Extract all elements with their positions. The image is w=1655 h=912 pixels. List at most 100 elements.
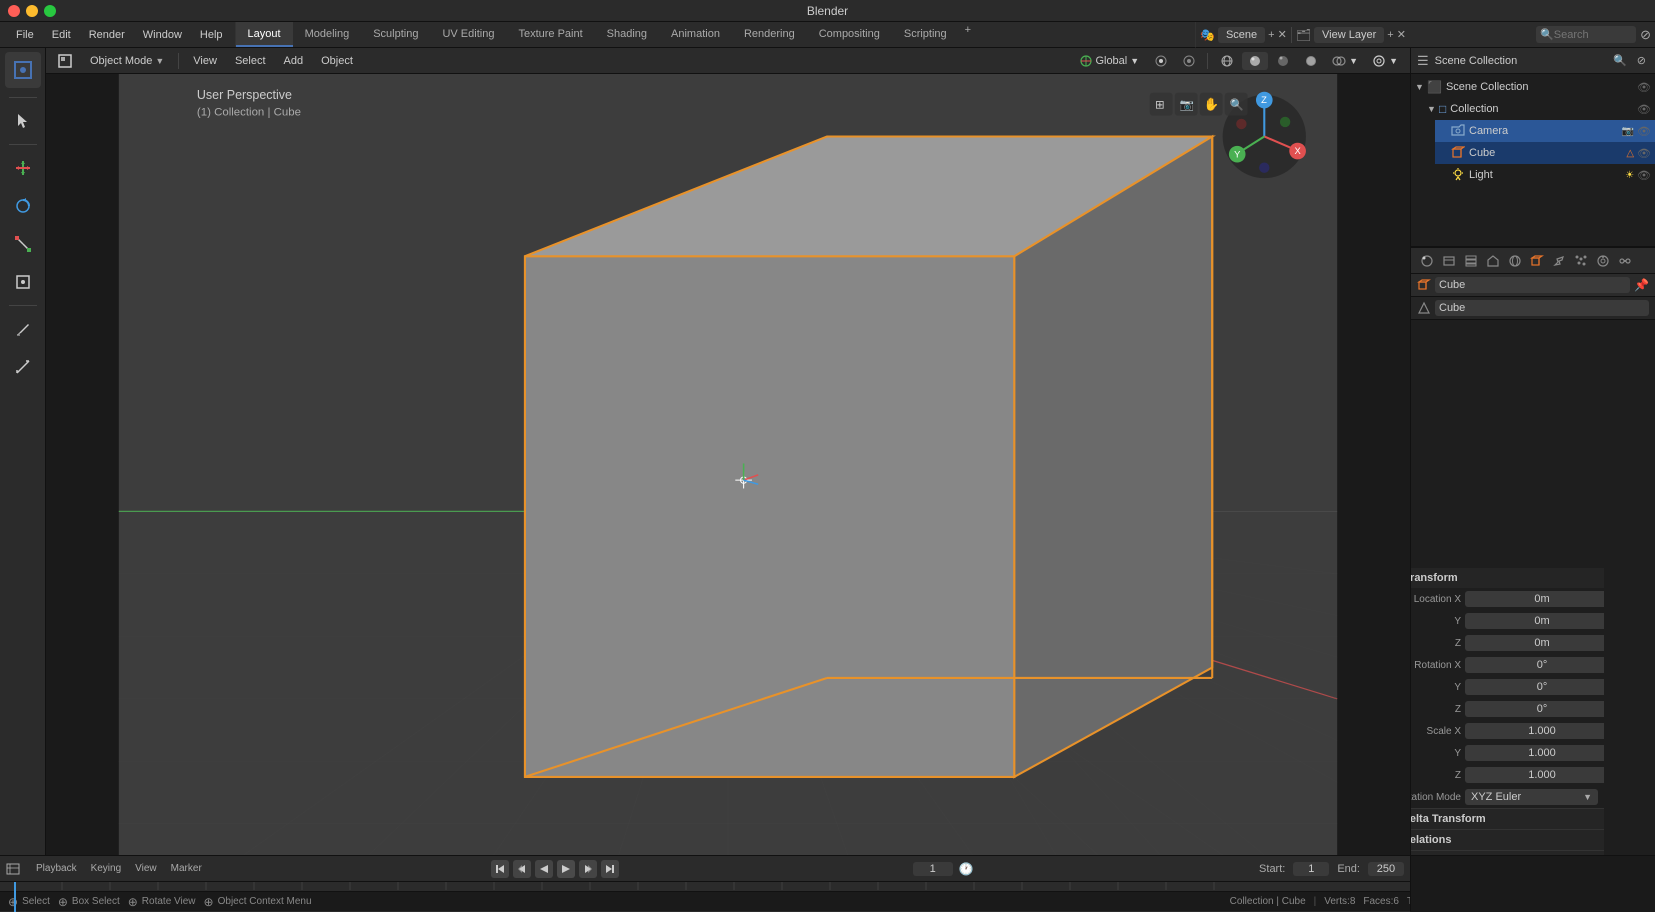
rotation-z-input[interactable] [1465, 701, 1604, 717]
proportional-edit[interactable] [1177, 53, 1201, 69]
view-layer-remove-icon[interactable]: ✕ [1397, 28, 1406, 41]
location-y-input[interactable] [1465, 613, 1604, 629]
keying-menu[interactable]: Keying [87, 862, 126, 875]
location-x-input[interactable] [1465, 591, 1604, 607]
camera-item[interactable]: Camera 📷 👁 [1435, 120, 1655, 142]
prop-tab-view-layer[interactable] [1461, 251, 1481, 271]
rotate-tool[interactable] [5, 188, 41, 224]
viewport-canvas[interactable]: User Perspective (1) Collection | Cube [46, 74, 1410, 855]
current-frame-input[interactable] [913, 862, 953, 876]
delta-transform-header[interactable]: ▶ Delta Transform [1410, 809, 1604, 829]
tab-texture-paint[interactable]: Texture Paint [506, 22, 594, 47]
cursor-tool[interactable] [5, 103, 41, 139]
object-mode-selector[interactable]: Object Mode ▼ [84, 53, 170, 69]
tab-sculpting[interactable]: Sculpting [361, 22, 430, 47]
tab-modeling[interactable]: Modeling [293, 22, 362, 47]
relations-header[interactable]: ▶ Relations [1410, 830, 1604, 850]
rotation-y-input[interactable] [1465, 679, 1604, 695]
prop-tab-output[interactable] [1439, 251, 1459, 271]
light-visibility[interactable]: 👁 [1637, 169, 1651, 182]
prop-tab-render[interactable] [1417, 251, 1437, 271]
search-input[interactable] [1554, 29, 1634, 41]
data-name-input[interactable] [1435, 300, 1649, 316]
tab-compositing[interactable]: Compositing [807, 22, 892, 47]
playback-menu[interactable]: Playback [32, 862, 81, 875]
snap-toggle[interactable] [1149, 53, 1173, 69]
maximize-button[interactable] [44, 5, 56, 17]
transform-orientation[interactable]: Global ▼ [1074, 53, 1145, 69]
view-layer-selector[interactable]: View Layer [1314, 27, 1384, 43]
object-name-input[interactable] [1435, 277, 1630, 293]
scene-collection-visibility[interactable]: 👁 [1637, 81, 1651, 94]
view-menu-tl[interactable]: View [131, 862, 161, 875]
outliner-search-icon[interactable]: 🔍 [1610, 53, 1630, 68]
prop-tab-object[interactable] [1527, 251, 1547, 271]
select-menu[interactable]: Select [229, 53, 272, 69]
scene-remove-icon[interactable]: ✕ [1278, 28, 1287, 41]
scale-tool[interactable] [5, 226, 41, 262]
menu-help[interactable]: Help [192, 27, 231, 43]
start-frame-input[interactable] [1293, 862, 1329, 876]
scene-collection-item[interactable]: ▼ ⬛ Scene Collection 👁 [1411, 76, 1655, 98]
prop-tab-physics[interactable] [1593, 251, 1613, 271]
outliner-filter-icon[interactable]: ⊘ [1634, 53, 1649, 68]
play-pause-button[interactable] [557, 860, 575, 878]
collection-visibility[interactable]: 👁 [1637, 103, 1651, 116]
prop-tab-modifier[interactable] [1549, 251, 1569, 271]
marker-menu[interactable]: Marker [167, 862, 206, 875]
jump-start-button[interactable] [491, 860, 509, 878]
rendered-shading[interactable] [1298, 52, 1324, 70]
close-button[interactable] [8, 5, 20, 17]
location-z-input[interactable] [1465, 635, 1604, 651]
material-shading[interactable] [1270, 52, 1296, 70]
rotation-x-input[interactable] [1465, 657, 1604, 673]
prop-tab-constraints[interactable] [1615, 251, 1635, 271]
camera-visibility[interactable]: 👁 [1637, 125, 1651, 138]
step-back-button[interactable] [513, 860, 531, 878]
editor-type-selector[interactable] [52, 52, 78, 70]
scale-y-input[interactable] [1465, 745, 1604, 761]
menu-render[interactable]: Render [81, 27, 133, 43]
scale-x-input[interactable] [1465, 723, 1604, 739]
add-workspace-button[interactable]: + [959, 22, 977, 47]
menu-edit[interactable]: Edit [44, 27, 79, 43]
tab-uv-editing[interactable]: UV Editing [430, 22, 506, 47]
tab-animation[interactable]: Animation [659, 22, 732, 47]
overlay-toggle[interactable]: ▼ [1326, 52, 1364, 70]
tab-scripting[interactable]: Scripting [892, 22, 959, 47]
scale-z-input[interactable] [1465, 767, 1604, 783]
prop-tab-particles[interactable] [1571, 251, 1591, 271]
prop-tab-scene[interactable] [1483, 251, 1503, 271]
tab-rendering[interactable]: Rendering [732, 22, 807, 47]
transform-tool[interactable] [5, 264, 41, 300]
cube-item[interactable]: Cube △ 👁 [1435, 142, 1655, 164]
jump-end-button[interactable] [601, 860, 619, 878]
transform-section-header[interactable]: ▼ Transform [1410, 568, 1604, 588]
view-layer-add-icon[interactable]: + [1387, 29, 1393, 41]
menu-file[interactable]: File [8, 27, 42, 43]
play-reverse-button[interactable] [535, 860, 553, 878]
step-forward-button[interactable] [579, 860, 597, 878]
measure-tool[interactable] [5, 349, 41, 385]
add-menu[interactable]: Add [278, 53, 310, 69]
object-menu[interactable]: Object [315, 53, 359, 69]
annotate-tool[interactable] [5, 311, 41, 347]
filter-icon[interactable]: ⊘ [1640, 27, 1651, 43]
minimize-button[interactable] [26, 5, 38, 17]
prop-tab-world[interactable] [1505, 251, 1525, 271]
end-frame-input[interactable] [1368, 862, 1404, 876]
scene-add-icon[interactable]: + [1268, 29, 1274, 41]
xray-toggle[interactable]: ▼ [1366, 52, 1404, 70]
menu-window[interactable]: Window [135, 27, 190, 43]
tab-layout[interactable]: Layout [236, 22, 293, 47]
view-menu[interactable]: View [187, 53, 223, 69]
prop-pin-icon[interactable]: 📌 [1634, 278, 1649, 292]
tab-shading[interactable]: Shading [595, 22, 659, 47]
light-item[interactable]: Light ☀ 👁 [1435, 164, 1655, 186]
scene-selector[interactable]: Scene [1218, 27, 1265, 43]
wireframe-shading[interactable] [1214, 52, 1240, 70]
rotation-mode-selector[interactable]: XYZ Euler ▼ [1465, 789, 1598, 805]
collection-item[interactable]: ▼ □ Collection 👁 [1423, 98, 1655, 120]
cube-visibility[interactable]: 👁 [1637, 147, 1651, 160]
solid-shading[interactable] [1242, 52, 1268, 70]
